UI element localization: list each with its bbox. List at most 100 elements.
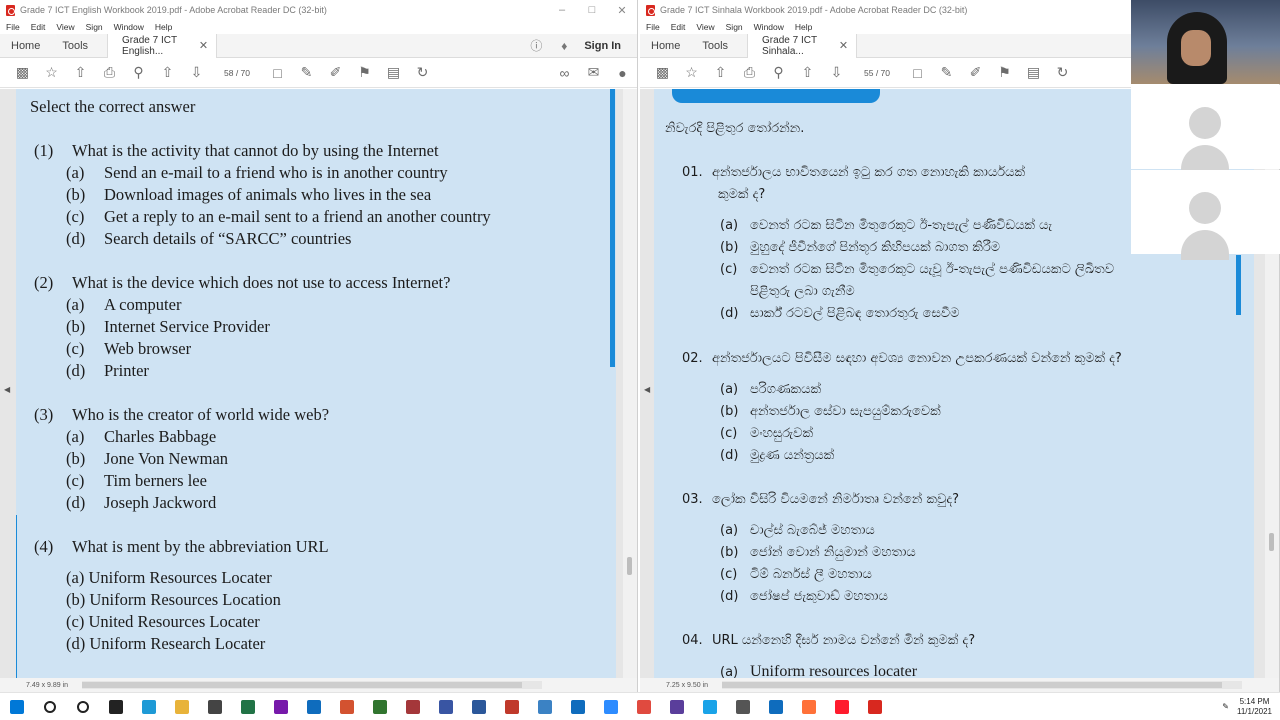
page-up-icon[interactable]: ⇧ xyxy=(793,64,822,81)
delete-icon[interactable]: ▤ xyxy=(379,64,408,81)
acrobat-icon[interactable] xyxy=(858,693,891,720)
horizontal-scrollbar[interactable] xyxy=(722,681,1243,689)
page-indicator[interactable]: 58 / 70 xyxy=(211,68,263,78)
highlight-pen-icon[interactable]: ✎ xyxy=(932,64,961,81)
menu-window[interactable]: Window xyxy=(754,22,784,32)
upload-icon[interactable]: ⇧ xyxy=(66,64,95,81)
question-4: 04. URL යන්නෙහි දීර්ඝ නාමය වන්නේ මින් කුම… xyxy=(682,633,976,648)
menu-help[interactable]: Help xyxy=(155,22,172,32)
visio-icon[interactable] xyxy=(429,693,462,720)
print-icon[interactable]: ⎙ xyxy=(95,64,124,81)
firefox-icon[interactable] xyxy=(792,693,825,720)
vertical-scrollbar[interactable] xyxy=(623,89,637,678)
close-icon[interactable]: ✕ xyxy=(607,4,637,17)
page-down-icon[interactable]: ⇩ xyxy=(822,64,851,81)
upload-icon[interactable]: ⇧ xyxy=(706,64,735,81)
draw-icon[interactable]: ✐ xyxy=(321,64,350,81)
close-tab-icon[interactable]: ✕ xyxy=(839,39,848,52)
stamp-icon[interactable]: ⚑ xyxy=(990,64,1019,81)
rotate-icon[interactable]: ↻ xyxy=(1048,64,1077,81)
tab-tools[interactable]: Tools xyxy=(691,40,739,52)
bookmark-star-icon[interactable]: ☆ xyxy=(37,64,66,81)
zoom-search-icon[interactable]: ⚲ xyxy=(124,64,153,81)
menu-edit[interactable]: Edit xyxy=(671,22,686,32)
chrome-icon[interactable] xyxy=(627,693,660,720)
zoom-search-icon[interactable]: ⚲ xyxy=(764,64,793,81)
tab-home[interactable]: Home xyxy=(640,40,691,52)
outlook-icon[interactable] xyxy=(297,693,330,720)
page-down-icon[interactable]: ⇩ xyxy=(182,64,211,81)
sign-in-button[interactable]: Sign In xyxy=(578,40,637,52)
clock[interactable]: 5:14 PM 11/1/2021 xyxy=(1237,697,1272,717)
task-view-icon[interactable] xyxy=(99,693,132,720)
pen-icon[interactable]: ✎ xyxy=(1222,702,1229,711)
mail-icon[interactable] xyxy=(561,693,594,720)
save-icon[interactable]: ▩ xyxy=(648,64,677,81)
menu-window[interactable]: Window xyxy=(114,22,144,32)
delete-icon[interactable]: ▤ xyxy=(1019,64,1048,81)
webcam-tile-participant xyxy=(1131,170,1280,260)
app2-icon[interactable] xyxy=(660,693,693,720)
menu-sign[interactable]: Sign xyxy=(86,22,103,32)
project-icon[interactable] xyxy=(363,693,396,720)
left-panel-toggle-icon[interactable]: ◀ xyxy=(4,385,10,394)
print-icon[interactable]: ⎙ xyxy=(735,64,764,81)
onenote-icon[interactable] xyxy=(264,693,297,720)
cortana-icon[interactable] xyxy=(66,693,99,720)
left-panel-toggle-icon[interactable]: ◀ xyxy=(644,385,650,394)
document-tab[interactable]: Grade 7 ICT English... ✕ xyxy=(107,33,218,58)
menu-file[interactable]: File xyxy=(646,22,660,32)
current-page[interactable]: 58 xyxy=(224,68,233,78)
comment-icon[interactable]: □ xyxy=(903,65,932,81)
mail2-icon[interactable] xyxy=(759,693,792,720)
scrollbar-thumb[interactable] xyxy=(1269,533,1274,551)
access-icon[interactable] xyxy=(396,693,429,720)
menu-file[interactable]: File xyxy=(6,22,20,32)
rotate-icon[interactable]: ↻ xyxy=(408,64,437,81)
notification-bell-icon[interactable]: ♦ xyxy=(550,39,578,53)
page-indicator[interactable]: 55 / 70 xyxy=(851,68,903,78)
close-tab-icon[interactable]: ✕ xyxy=(199,39,208,52)
file-explorer-icon[interactable] xyxy=(165,693,198,720)
document-tab[interactable]: Grade 7 ICT Sinhala... ✕ xyxy=(747,33,858,58)
comment-icon[interactable]: □ xyxy=(263,65,292,81)
app3-icon[interactable] xyxy=(693,693,726,720)
bookmark-star-icon[interactable]: ☆ xyxy=(677,64,706,81)
current-page[interactable]: 55 xyxy=(864,68,873,78)
share-user-icon[interactable]: ● xyxy=(608,65,637,81)
windows-start-icon[interactable] xyxy=(0,693,33,720)
menu-edit[interactable]: Edit xyxy=(31,22,46,32)
stamp-icon[interactable]: ⚑ xyxy=(350,64,379,81)
email-icon[interactable]: ✉ xyxy=(579,64,608,81)
link-icon[interactable]: ∞ xyxy=(550,65,579,81)
maximize-icon[interactable]: □ xyxy=(577,4,607,17)
app4-icon[interactable] xyxy=(726,693,759,720)
menu-view[interactable]: View xyxy=(56,22,74,32)
opera-icon[interactable] xyxy=(825,693,858,720)
page-up-icon[interactable]: ⇧ xyxy=(153,64,182,81)
tab-home[interactable]: Home xyxy=(0,40,51,52)
browser-icon[interactable] xyxy=(528,693,561,720)
draw-icon[interactable]: ✐ xyxy=(961,64,990,81)
zoom-icon[interactable] xyxy=(594,693,627,720)
menu-help[interactable]: Help xyxy=(795,22,812,32)
menu-sign[interactable]: Sign xyxy=(726,22,743,32)
app-icon[interactable] xyxy=(495,693,528,720)
store-icon[interactable] xyxy=(198,693,231,720)
menu-view[interactable]: View xyxy=(696,22,714,32)
tab-tools[interactable]: Tools xyxy=(51,40,99,52)
search-icon-glyph xyxy=(43,700,56,713)
question-3: 03. ලෝක විසිරි වියමනේ නිර්මාතෘ වන්නේ කවුද… xyxy=(682,492,960,507)
horizontal-scrollbar[interactable] xyxy=(82,681,543,689)
excel-icon[interactable] xyxy=(231,693,264,720)
scrollbar-thumb[interactable] xyxy=(627,557,632,575)
help-icon[interactable]: ⓘ xyxy=(522,37,550,54)
save-icon[interactable]: ▩ xyxy=(8,64,37,81)
powerpoint-icon[interactable] xyxy=(330,693,363,720)
highlight-pen-icon[interactable]: ✎ xyxy=(292,64,321,81)
word-icon[interactable] xyxy=(462,693,495,720)
search-icon[interactable] xyxy=(33,693,66,720)
minimize-icon[interactable]: – xyxy=(547,4,577,17)
edge-icon[interactable] xyxy=(132,693,165,720)
document-viewport[interactable]: ◀ Select the correct answer (1) What is t… xyxy=(0,89,637,678)
